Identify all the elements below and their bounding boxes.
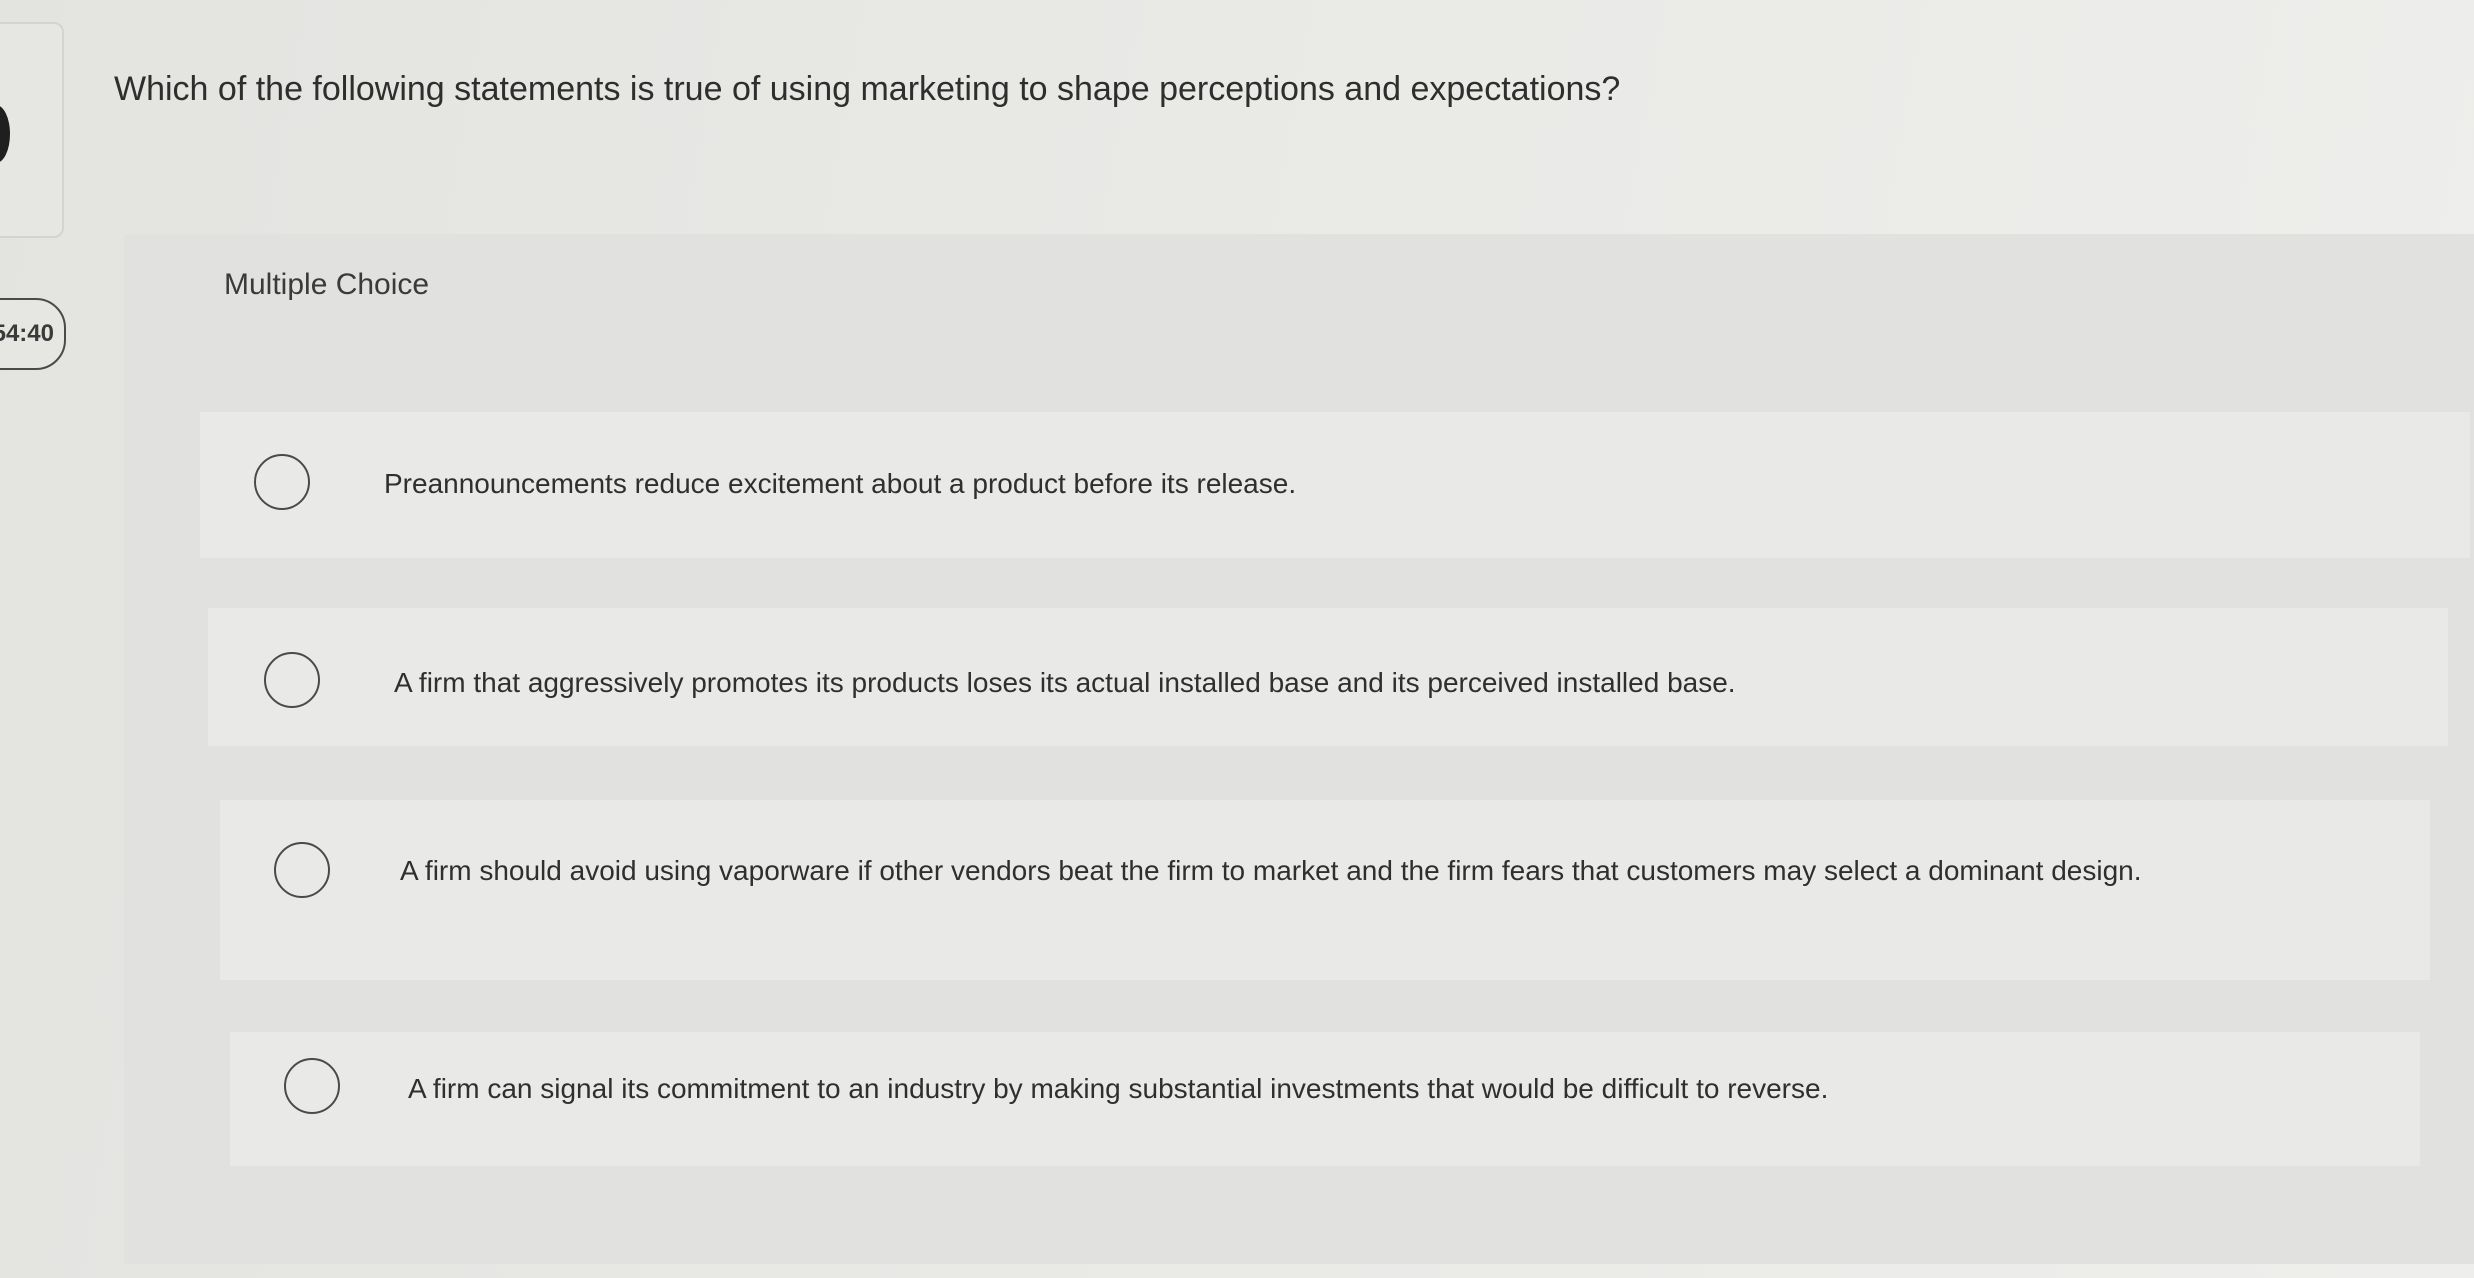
radio-button[interactable]: [264, 652, 320, 708]
answer-option-2[interactable]: A firm that aggressively promotes its pr…: [208, 608, 2448, 746]
timer-text: 54:40: [0, 320, 54, 347]
radio-button[interactable]: [274, 842, 330, 898]
question-type-label: Multiple Choice: [224, 268, 430, 301]
option-label: A firm should avoid using vaporware if o…: [400, 855, 2142, 886]
option-label: A firm that aggressively promotes its pr…: [394, 667, 1736, 698]
answer-option-1[interactable]: Preannouncements reduce excitement about…: [200, 412, 2470, 558]
option-label: A firm can signal its commitment to an i…: [408, 1073, 1829, 1104]
answer-option-3[interactable]: A firm should avoid using vaporware if o…: [220, 800, 2430, 980]
radio-button[interactable]: [254, 454, 310, 510]
option-label: Preannouncements reduce excitement about…: [384, 468, 1297, 499]
radio-button[interactable]: [284, 1058, 340, 1114]
question-text: Which of the following statements is tru…: [114, 70, 1621, 108]
answer-option-4[interactable]: A firm can signal its commitment to an i…: [230, 1032, 2420, 1166]
timer-badge: 54:40: [0, 298, 66, 370]
